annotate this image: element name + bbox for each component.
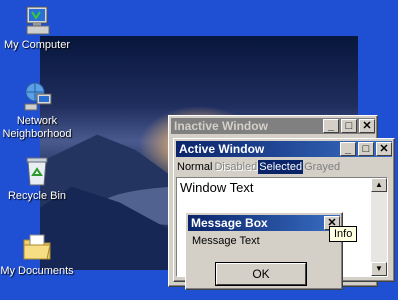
close-button[interactable]: ✕ — [376, 142, 392, 156]
desktop-icon-label: My Documents — [0, 265, 74, 277]
computer-icon — [21, 4, 53, 36]
scroll-up-button[interactable]: ▲ — [371, 178, 387, 192]
inactive-window-title: Inactive Window — [174, 119, 268, 133]
menu-item-disabled: Disabled — [214, 161, 258, 173]
minimize-icon: _ — [344, 143, 352, 155]
message-box-title: Message Box — [191, 216, 268, 230]
active-window-title: Active Window — [179, 142, 265, 156]
network-icon — [21, 80, 53, 112]
desktop-icon-my-computer[interactable]: My Computer — [0, 4, 74, 52]
maximize-icon: □ — [345, 120, 353, 132]
minimize-button[interactable]: _ — [340, 142, 356, 156]
menu-item-selected[interactable]: Selected — [258, 160, 304, 174]
desktop-icon-network[interactable]: Network Neighborhood — [0, 80, 74, 141]
documents-folder-icon — [21, 230, 53, 262]
arrow-up-icon: ▲ — [375, 180, 383, 189]
close-icon: ✕ — [362, 120, 372, 132]
desktop-icon-label: Network Neighborhood — [2, 115, 72, 140]
inactive-window-titlebar[interactable]: Inactive Window _ □ ✕ — [171, 118, 375, 134]
minimize-icon: _ — [327, 120, 335, 132]
minimize-button[interactable]: _ — [323, 119, 339, 133]
close-button[interactable]: ✕ — [359, 119, 375, 133]
window-text: Window Text — [180, 180, 254, 195]
scroll-down-button[interactable]: ▼ — [371, 262, 387, 276]
desktop-icon-my-documents[interactable]: My Documents — [0, 230, 74, 278]
ok-button[interactable]: OK — [215, 262, 307, 286]
maximize-button[interactable]: □ — [358, 142, 374, 156]
menu-item-normal[interactable]: Normal — [176, 160, 213, 174]
vertical-scrollbar[interactable]: ▲ ▼ — [371, 178, 387, 276]
desktop-icon-label: Recycle Bin — [7, 190, 67, 202]
maximize-button[interactable]: □ — [341, 119, 357, 133]
menu-bar: Normal Disabled Selected Grayed — [176, 159, 392, 175]
active-window-titlebar[interactable]: Active Window _ □ ✕ — [176, 141, 392, 157]
maximize-icon: □ — [362, 143, 370, 155]
desktop-icon-label: My Computer — [3, 39, 71, 51]
arrow-down-icon: ▼ — [375, 264, 383, 273]
menu-item-grayed: Grayed — [304, 161, 341, 173]
recycle-bin-icon — [21, 155, 53, 187]
info-tooltip: Info — [329, 226, 358, 242]
message-text: Message Text — [192, 235, 260, 247]
close-icon: ✕ — [379, 143, 389, 155]
message-box-titlebar[interactable]: Message Box ✕ — [188, 215, 340, 231]
desktop-icon-recycle-bin[interactable]: Recycle Bin — [0, 155, 74, 203]
message-box[interactable]: Message Box ✕ Message Text OK — [185, 212, 343, 290]
